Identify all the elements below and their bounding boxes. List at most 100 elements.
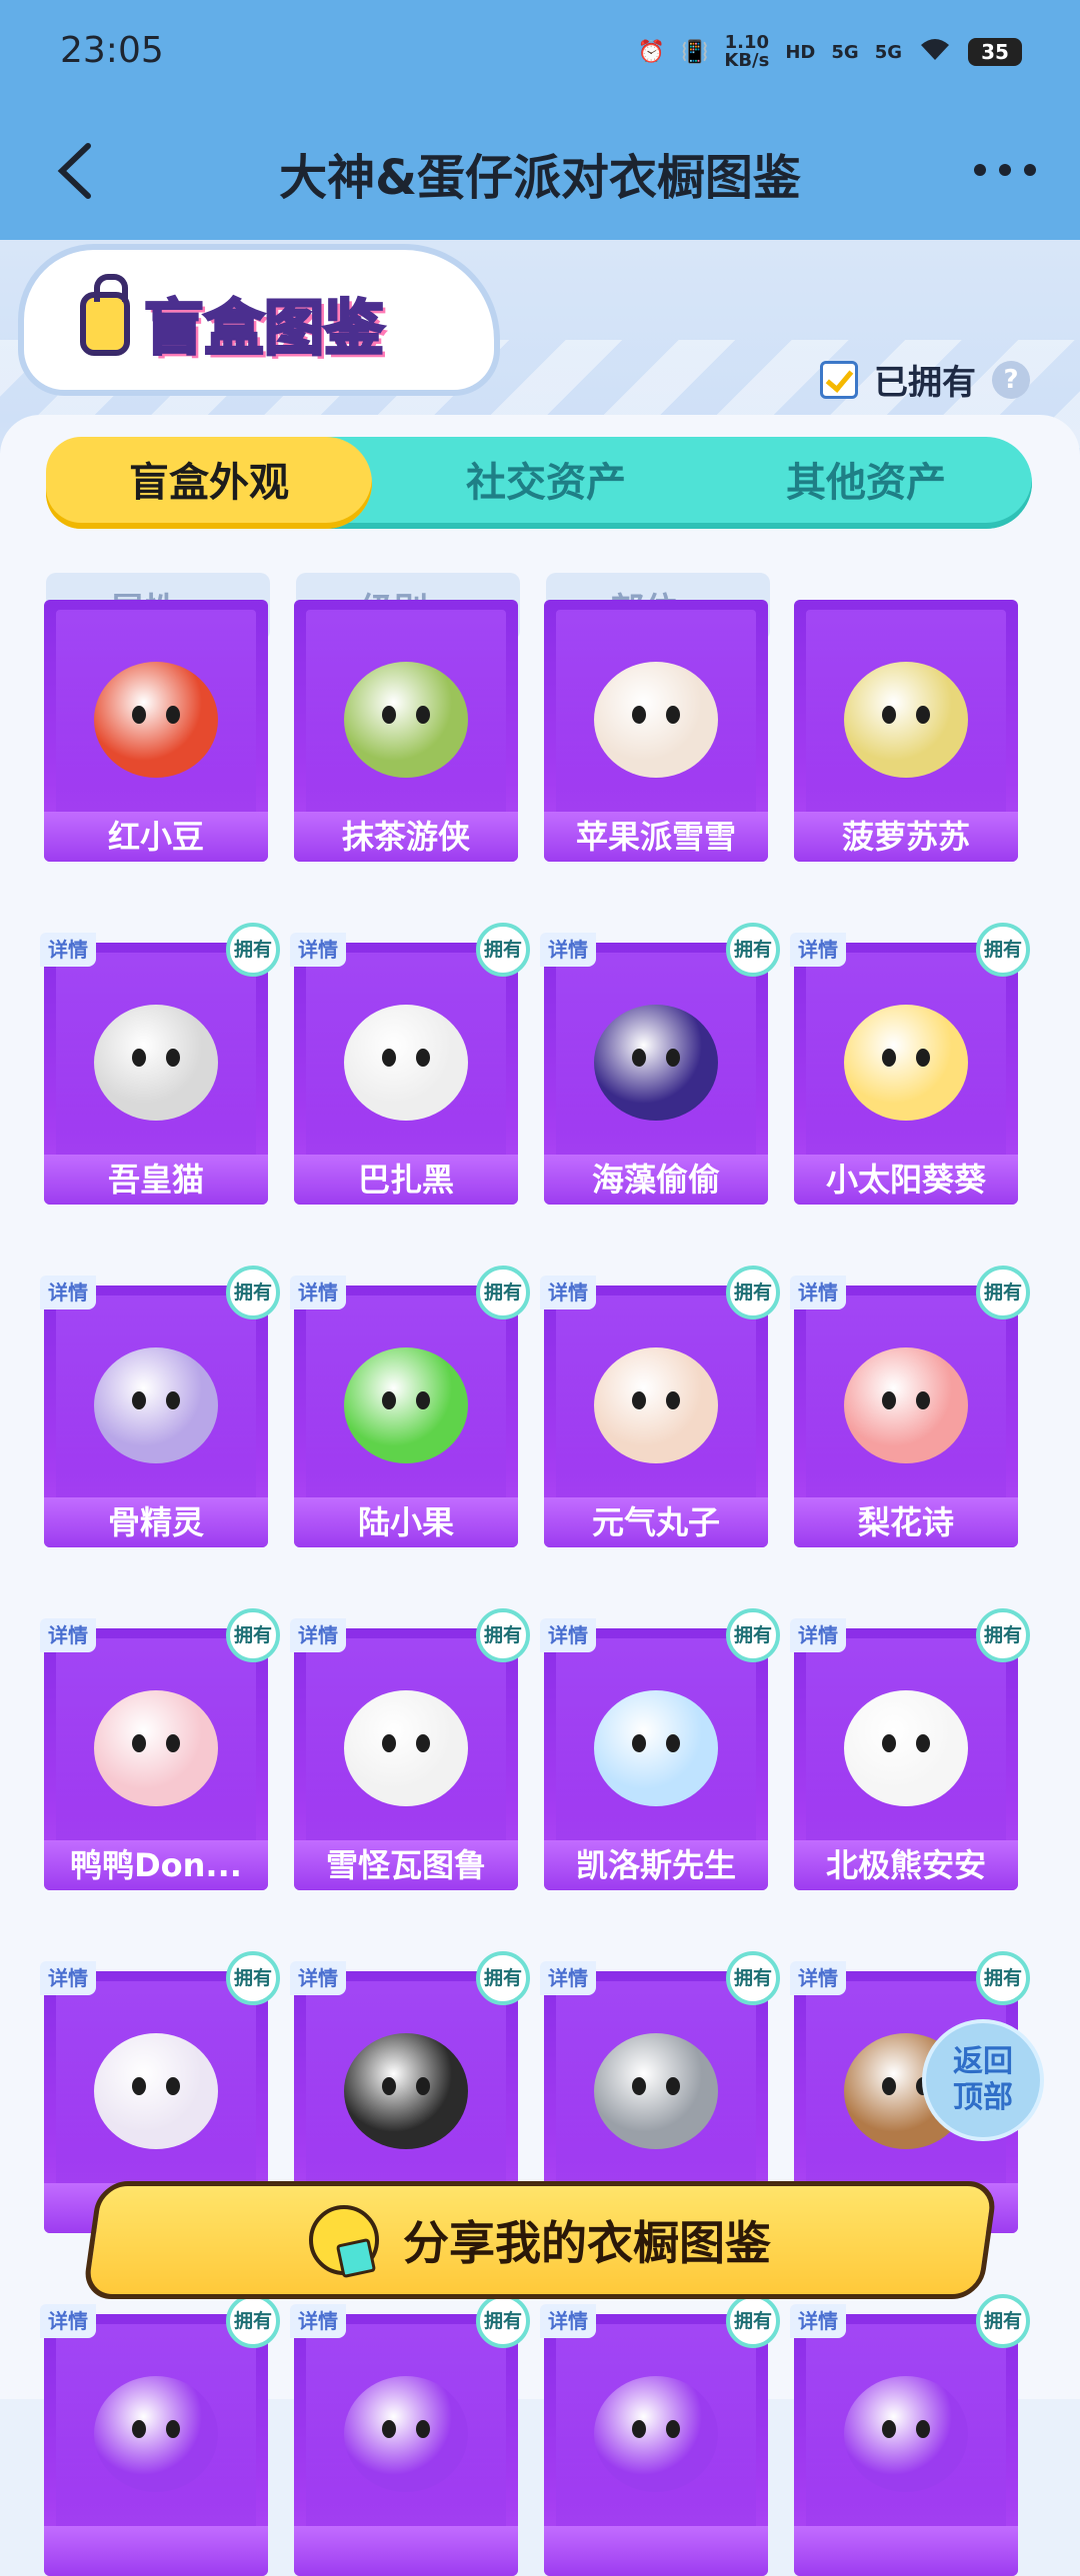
owned-checkbox[interactable] (820, 360, 858, 399)
owned-badge: 拥有 (726, 1951, 780, 2005)
item-detail-tag[interactable]: 详情 (40, 1276, 96, 1309)
item-detail-tag[interactable]: 详情 (540, 1961, 596, 1995)
item-avatar-image (844, 1347, 968, 1463)
owned-filter-toggle[interactable]: 已拥有 ? (820, 355, 1030, 404)
owned-badge: 拥有 (476, 923, 530, 977)
item-card[interactable]: 抹茶游侠 (290, 590, 522, 862)
item-card[interactable]: 凯洛斯先生 详情 拥有 (540, 1608, 780, 1890)
item-name: 元气丸子 (544, 1497, 768, 1547)
item-detail-tag[interactable]: 详情 (40, 1961, 96, 1995)
item-card[interactable]: 梨花诗 详情 拥有 (790, 1266, 1030, 1547)
item-card-frame: 雪怪瓦图鲁 (294, 1628, 518, 1890)
item-card[interactable]: 陆小果 详情 拥有 (290, 1266, 530, 1547)
item-name: 小太阳葵葵 (794, 1155, 1018, 1205)
signal-icon-2: 5G (874, 41, 902, 63)
more-options-button[interactable] (970, 150, 1040, 190)
owned-badge: 拥有 (976, 2294, 1030, 2348)
item-card[interactable]: 红小豆 (40, 590, 272, 862)
item-avatar-image (344, 1005, 468, 1121)
share-wardrobe-button[interactable]: 分享我的衣橱图鉴 (81, 2181, 999, 2299)
owned-badge: 拥有 (476, 2294, 530, 2348)
logo-text: 盲盒图鉴 (143, 293, 386, 366)
item-card[interactable]: 详情 拥有 (540, 2294, 780, 2576)
item-detail-tag[interactable]: 详情 (40, 933, 96, 967)
lock-icon (80, 273, 130, 356)
item-detail-tag[interactable]: 详情 (790, 2304, 846, 2338)
item-detail-tag[interactable]: 详情 (540, 933, 596, 967)
item-detail-tag[interactable]: 详情 (790, 1276, 846, 1309)
back-to-top-button[interactable]: 返回 顶部 (922, 2019, 1044, 2141)
back-to-top-line2: 顶部 (953, 2080, 1013, 2115)
owned-badge: 拥有 (976, 1608, 1030, 1662)
item-avatar-image (844, 1690, 968, 1806)
item-detail-tag[interactable]: 详情 (290, 1276, 346, 1309)
item-avatar-image (344, 2033, 468, 2149)
item-detail-tag[interactable]: 详情 (290, 1961, 346, 1995)
item-card-frame: 鸭鸭Don... (44, 1628, 268, 1890)
item-card[interactable]: 苹果派雪雪 (540, 590, 772, 862)
item-detail-tag[interactable]: 详情 (40, 1618, 96, 1652)
owned-badge: 拥有 (226, 2294, 280, 2348)
status-icons: ⏰ 📳 1.10 KB/s HD 5G 5G 35 (638, 34, 1022, 70)
item-name: 红小豆 (44, 812, 268, 862)
blindbox-logo: 盲盒图鉴 (80, 273, 386, 367)
item-card-frame: 苹果派雪雪 (544, 600, 768, 862)
item-avatar-image (344, 2376, 468, 2492)
item-avatar-image (344, 662, 468, 778)
item-card[interactable]: 雪怪瓦图鲁 详情 拥有 (290, 1608, 530, 1890)
item-card-frame (44, 2314, 268, 2576)
item-card-frame (794, 2314, 1018, 2576)
owned-badge: 拥有 (726, 1608, 780, 1662)
item-detail-tag[interactable]: 详情 (790, 933, 846, 967)
item-name: 梨花诗 (794, 1497, 1018, 1547)
item-card-frame: 红小豆 (44, 600, 268, 862)
item-card[interactable]: 菠萝苏苏 (790, 590, 1022, 862)
owned-badge: 拥有 (976, 1266, 1030, 1319)
item-card-frame: 凯洛斯先生 (544, 1628, 768, 1890)
owned-badge: 拥有 (976, 1951, 1030, 2005)
item-detail-tag[interactable]: 详情 (540, 1276, 596, 1309)
item-card[interactable]: 详情 拥有 (40, 2294, 280, 2576)
item-card[interactable]: 吾皇猫 详情 拥有 (40, 923, 280, 1205)
item-card-frame: 巴扎黑 (294, 943, 518, 1205)
item-detail-tag[interactable]: 详情 (290, 2304, 346, 2338)
item-card[interactable]: 详情 拥有 (790, 2294, 1030, 2576)
item-card[interactable]: 巴扎黑 详情 拥有 (290, 923, 530, 1205)
item-card[interactable]: 元气丸子 详情 拥有 (540, 1266, 780, 1547)
item-detail-tag[interactable]: 详情 (790, 1618, 846, 1652)
item-card[interactable]: 小太阳葵葵 详情 拥有 (790, 923, 1030, 1205)
tab-social-assets[interactable]: 社交资产 (386, 437, 706, 529)
item-name: 抹茶游侠 (294, 812, 518, 862)
item-card[interactable]: 鸭鸭Don... 详情 拥有 (40, 1608, 280, 1890)
battery-icon: 35 (968, 38, 1022, 66)
item-detail-tag[interactable]: 详情 (40, 2304, 96, 2338)
help-icon[interactable]: ? (992, 360, 1030, 399)
share-mascot-icon (309, 2205, 379, 2275)
item-name (44, 2526, 268, 2576)
more-dots-icon (974, 164, 1036, 176)
speed-unit: KB/s (724, 50, 770, 71)
item-detail-tag[interactable]: 详情 (290, 933, 346, 967)
signal-icon-1: 5G (831, 41, 859, 63)
item-avatar-image (844, 662, 968, 778)
owned-filter-label: 已拥有 (874, 363, 976, 403)
item-card[interactable]: 详情 拥有 (290, 2294, 530, 2576)
network-speed: 1.10 KB/s (724, 34, 769, 70)
item-detail-tag[interactable]: 详情 (540, 1618, 596, 1652)
tab-blindbox-appearance[interactable]: 盲盒外观 (46, 437, 372, 529)
item-detail-tag[interactable]: 详情 (540, 2304, 596, 2338)
item-name: 凯洛斯先生 (544, 1840, 768, 1890)
item-card[interactable]: 海藻偷偷 详情 拥有 (540, 923, 780, 1205)
item-card[interactable]: 北极熊安安 详情 拥有 (790, 1608, 1030, 1890)
item-detail-tag[interactable]: 详情 (290, 1618, 346, 1652)
item-card-frame: 吾皇猫 (44, 943, 268, 1205)
item-card-frame: 陆小果 (294, 1286, 518, 1547)
alarm-icon: ⏰ (637, 39, 665, 65)
tab-other-assets[interactable]: 其他资产 (706, 437, 1026, 529)
item-card[interactable]: 骨精灵 详情 拥有 (40, 1266, 280, 1547)
item-card-frame: 抹茶游侠 (294, 600, 518, 862)
item-avatar-image (94, 1347, 218, 1463)
item-detail-tag[interactable]: 详情 (790, 1961, 846, 1995)
owned-badge: 拥有 (226, 1951, 280, 2005)
item-name (294, 2526, 518, 2576)
